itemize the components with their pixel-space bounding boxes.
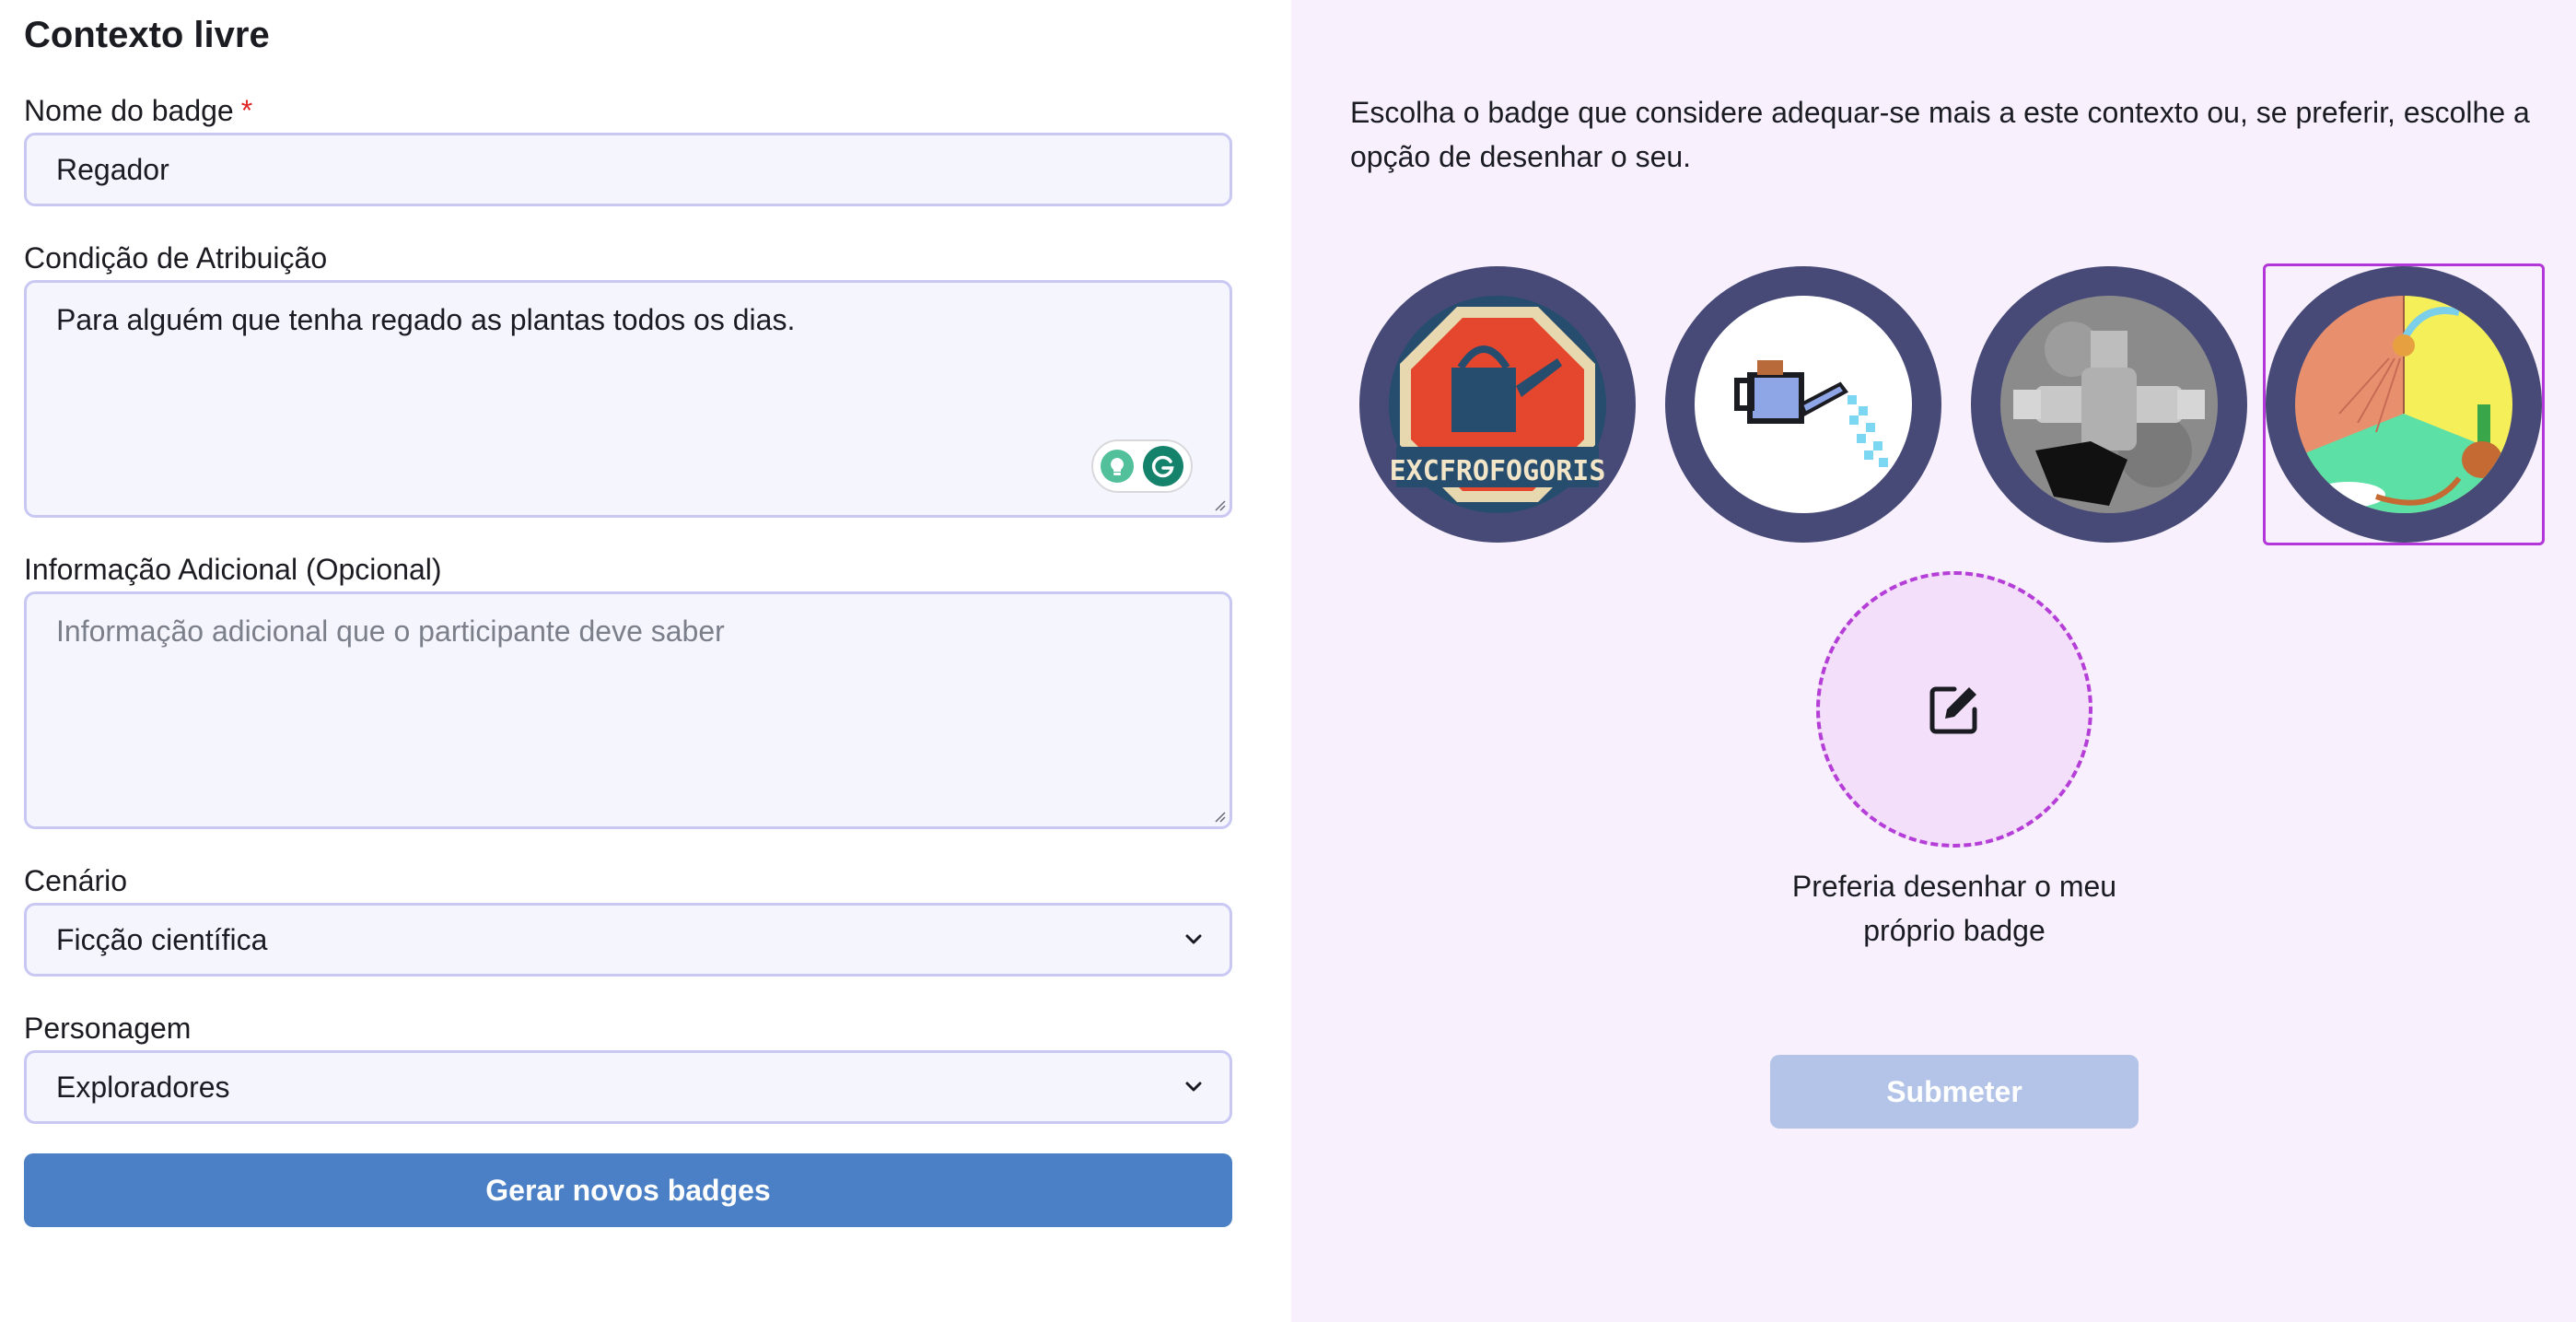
draw-own-badge-button[interactable] xyxy=(1816,571,2092,848)
condition-textarea[interactable]: Para alguém que tenha regado as plantas … xyxy=(24,280,1232,518)
edit-icon xyxy=(1929,686,1977,734)
badge-image xyxy=(1971,266,2247,543)
badge-image xyxy=(1665,266,1941,543)
scenario-label: Cenário xyxy=(24,864,128,897)
badge-name-label: Nome do badge * xyxy=(24,94,253,127)
badge-option-3[interactable] xyxy=(1968,263,2250,545)
badge-form-panel: Contexto livre Nome do badge * Regador Co… xyxy=(0,0,1291,1322)
chevron-down-icon xyxy=(1185,1082,1202,1092)
shower-room-icon xyxy=(2295,296,2512,513)
badge-option-2[interactable] xyxy=(1662,263,1944,545)
chevron-down-icon xyxy=(1185,934,1202,944)
badge-selection-intro: Escolha o badge que considere adequar-se… xyxy=(1350,96,2530,173)
additional-info-label: Informação Adicional (Opcional) xyxy=(24,553,442,586)
submit-button[interactable]: Submeter xyxy=(1770,1055,2139,1129)
badge-1-text: EXCFROFOGORIS xyxy=(1390,455,1606,487)
draw-own-badge-label: Preferia desenhar o meu próprio badge xyxy=(1791,870,2117,947)
lightbulb-icon xyxy=(1101,450,1134,483)
character-label: Personagem xyxy=(24,1012,192,1045)
condition-label: Condição de Atribuição xyxy=(24,241,328,275)
resize-handle-icon[interactable] xyxy=(1211,808,1226,823)
badge-name-input[interactable]: Regador xyxy=(24,133,1232,206)
grammarly-widget[interactable] xyxy=(1091,439,1193,493)
required-mark: * xyxy=(240,94,253,127)
badge-image: EXCFROFOGORIS xyxy=(1359,266,1636,543)
stop-sign-watering-can-icon: EXCFROFOGORIS xyxy=(1389,296,1606,513)
badge-option-1[interactable]: EXCFROFOGORIS xyxy=(1357,263,1638,545)
badge-image xyxy=(2266,266,2542,543)
page-title: Contexto livre xyxy=(24,15,270,55)
additional-info-textarea[interactable]: Informação adicional que o participante … xyxy=(24,591,1232,829)
generate-badges-button[interactable]: Gerar novos badges xyxy=(24,1153,1232,1227)
character-select[interactable]: Exploradores xyxy=(24,1050,1232,1124)
resize-handle-icon[interactable] xyxy=(1211,497,1226,511)
badge-option-4[interactable] xyxy=(2263,263,2545,545)
grammarly-icon xyxy=(1143,446,1183,486)
scenario-select[interactable]: Ficção científica xyxy=(24,903,1232,977)
pixel-watering-can-icon xyxy=(1695,296,1912,513)
gray-object-badge-icon xyxy=(2000,296,2218,513)
